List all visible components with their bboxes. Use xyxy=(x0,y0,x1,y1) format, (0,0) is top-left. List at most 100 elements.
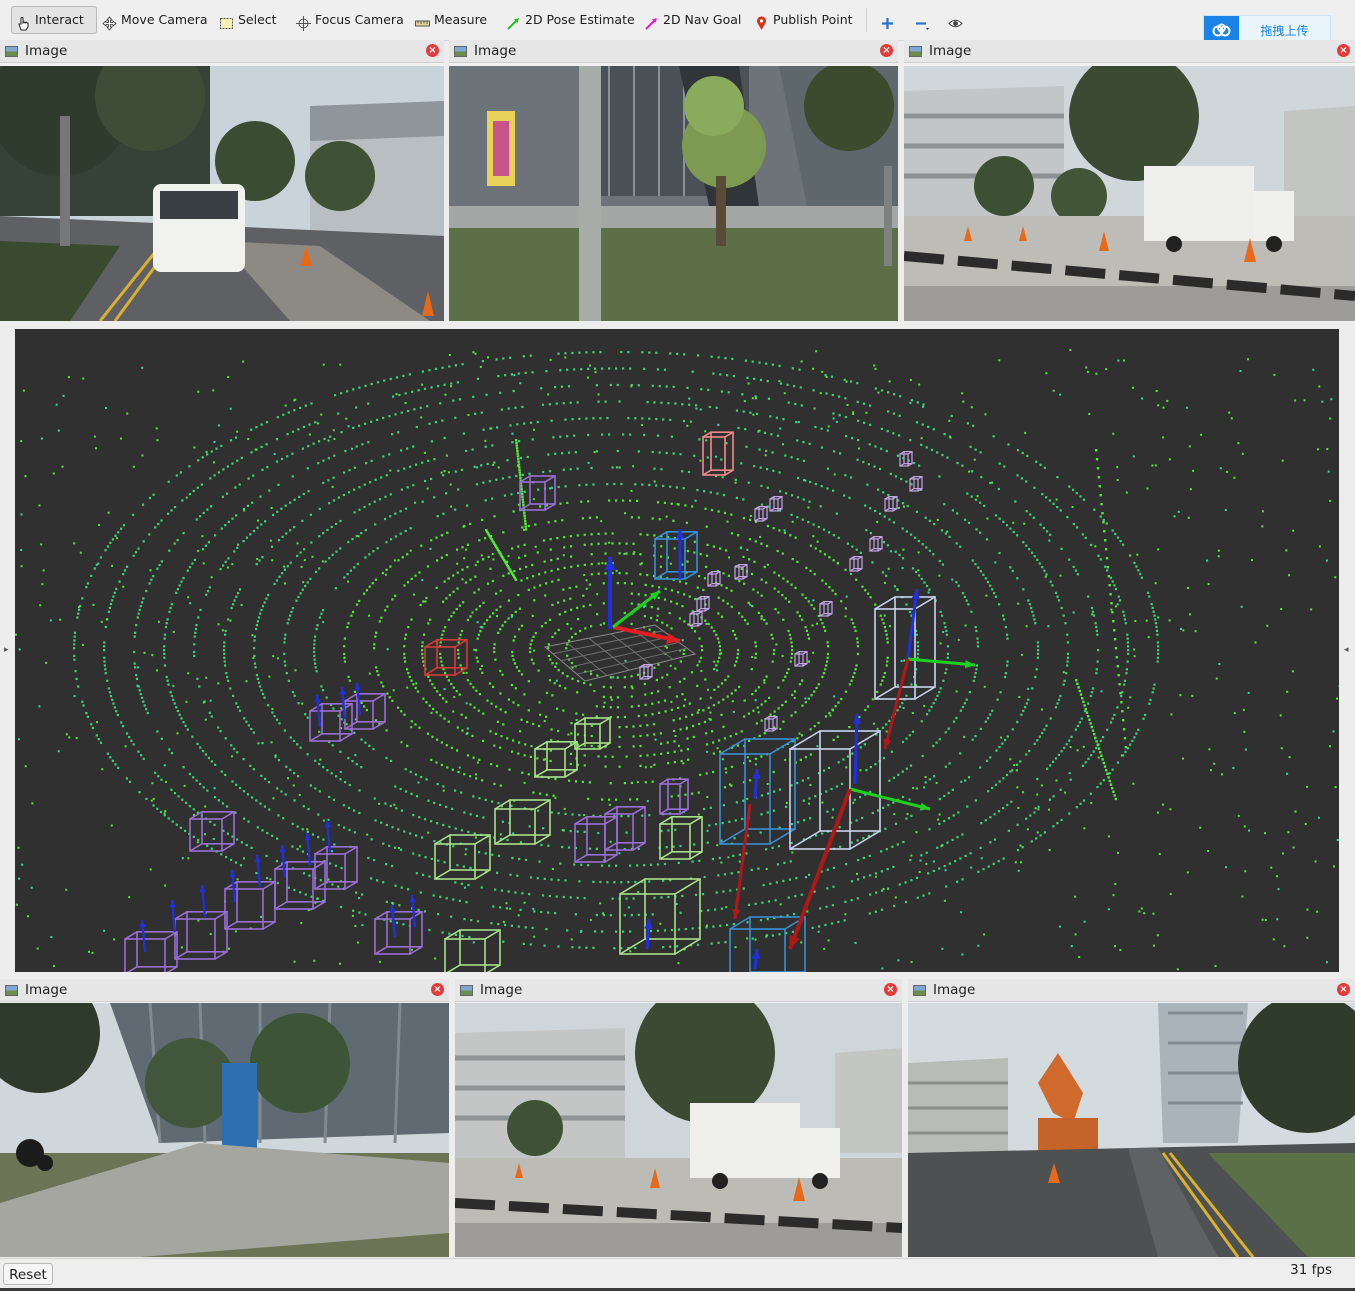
lidar-point xyxy=(1206,560,1208,562)
bounding-box xyxy=(885,497,897,511)
lidar-point xyxy=(404,657,406,659)
lidar-point xyxy=(1020,845,1022,847)
tool-measure[interactable]: Measure xyxy=(411,6,486,34)
lidar-point xyxy=(784,676,786,678)
right-panel-toggle[interactable]: ◂ xyxy=(1344,645,1349,655)
lidar-point xyxy=(491,854,493,856)
lidar-point xyxy=(209,712,211,714)
lidar-point xyxy=(695,404,697,406)
remove-tool-button[interactable] xyxy=(910,6,936,34)
lidar-point xyxy=(587,798,589,800)
lidar-point xyxy=(1245,749,1247,751)
lidar-point xyxy=(377,381,379,383)
lidar-point xyxy=(166,676,168,678)
bounding-box xyxy=(125,932,177,972)
lidar-point xyxy=(705,732,707,734)
lidar-point xyxy=(735,661,737,663)
tool-select[interactable]: Select xyxy=(215,6,275,34)
lidar-point xyxy=(1027,828,1029,830)
lidar-point xyxy=(827,429,829,431)
close-icon[interactable]: × xyxy=(1337,983,1350,996)
lidar-point xyxy=(964,519,966,521)
close-icon[interactable]: × xyxy=(426,44,439,57)
lidar-point xyxy=(390,805,392,807)
lidar-point xyxy=(958,585,960,587)
tool-focus-camera[interactable]: Focus Camera xyxy=(292,6,397,34)
add-tool-button[interactable] xyxy=(876,6,898,34)
lidar-point xyxy=(577,733,579,735)
close-icon[interactable]: × xyxy=(880,44,893,57)
lidar-point xyxy=(801,361,803,363)
lidar-point xyxy=(145,798,147,800)
left-panel-toggle[interactable]: ▸ xyxy=(4,645,9,655)
lidar-point xyxy=(492,464,494,466)
lidar-point xyxy=(1104,539,1106,541)
lidar-point xyxy=(763,682,765,684)
lidar-point xyxy=(385,574,387,576)
3d-viewport[interactable] xyxy=(15,329,1339,972)
lidar-point xyxy=(769,415,771,417)
lidar-point xyxy=(974,459,976,461)
lidar-point xyxy=(352,910,354,912)
lidar-point xyxy=(463,811,465,813)
tool-2d-pose-estimate[interactable]: 2D Pose Estimate xyxy=(502,6,625,34)
lidar-point xyxy=(305,405,307,407)
lidar-point xyxy=(711,509,713,511)
tool-interact[interactable]: Interact xyxy=(11,6,97,34)
close-icon[interactable]: × xyxy=(431,983,444,996)
tool-move-camera[interactable]: Move Camera xyxy=(98,6,198,34)
lidar-point xyxy=(317,422,319,424)
lidar-point xyxy=(357,942,359,944)
lidar-point xyxy=(514,891,516,893)
lidar-point xyxy=(761,579,763,581)
lidar-point xyxy=(257,620,259,622)
lidar-point xyxy=(638,593,640,595)
lidar-point xyxy=(206,845,208,847)
lidar-point xyxy=(522,498,524,500)
lidar-point xyxy=(833,739,835,741)
reset-button[interactable]: Reset xyxy=(3,1263,53,1285)
lidar-point xyxy=(23,390,25,392)
lidar-point xyxy=(591,745,593,747)
lidar-point xyxy=(624,914,626,916)
tool-publish-point[interactable]: Publish Point xyxy=(750,6,850,34)
lidar-point xyxy=(636,864,638,866)
lidar-point xyxy=(1053,795,1055,797)
lidar-point xyxy=(253,639,255,641)
lidar-point xyxy=(123,524,125,526)
lidar-point xyxy=(356,763,358,765)
lidar-point xyxy=(165,781,167,783)
lidar-point xyxy=(719,649,721,651)
lidar-point xyxy=(529,825,531,827)
lidar-point xyxy=(421,645,423,647)
tool-2d-nav-goal[interactable]: 2D Nav Goal xyxy=(640,6,735,34)
lidar-point xyxy=(1096,630,1098,632)
lidar-point xyxy=(746,937,748,939)
lidar-point xyxy=(246,680,248,682)
image-panel-front-right: Image × xyxy=(904,40,1355,321)
close-icon[interactable]: × xyxy=(884,983,897,996)
view-options-button[interactable] xyxy=(944,6,970,34)
lidar-point xyxy=(1028,750,1030,752)
lidar-point xyxy=(584,897,586,899)
lidar-point xyxy=(431,683,433,685)
close-icon[interactable]: × xyxy=(1337,44,1350,57)
lidar-point xyxy=(1106,522,1108,524)
lidar-point xyxy=(189,493,191,495)
bounding-box xyxy=(690,612,702,626)
lidar-point xyxy=(508,572,510,574)
lidar-point xyxy=(112,596,114,598)
lidar-point xyxy=(1156,630,1158,632)
lidar-point xyxy=(608,542,610,544)
lidar-point xyxy=(1006,638,1008,640)
lidar-point xyxy=(486,394,488,396)
lidar-point xyxy=(829,714,831,716)
lidar-point xyxy=(337,413,339,415)
lidar-point xyxy=(928,589,930,591)
lidar-point xyxy=(520,579,522,581)
lidar-point xyxy=(140,605,142,607)
lidar-point xyxy=(343,494,345,496)
lidar-point xyxy=(548,521,550,523)
lidar-point xyxy=(515,439,517,441)
lidar-point xyxy=(509,357,511,359)
